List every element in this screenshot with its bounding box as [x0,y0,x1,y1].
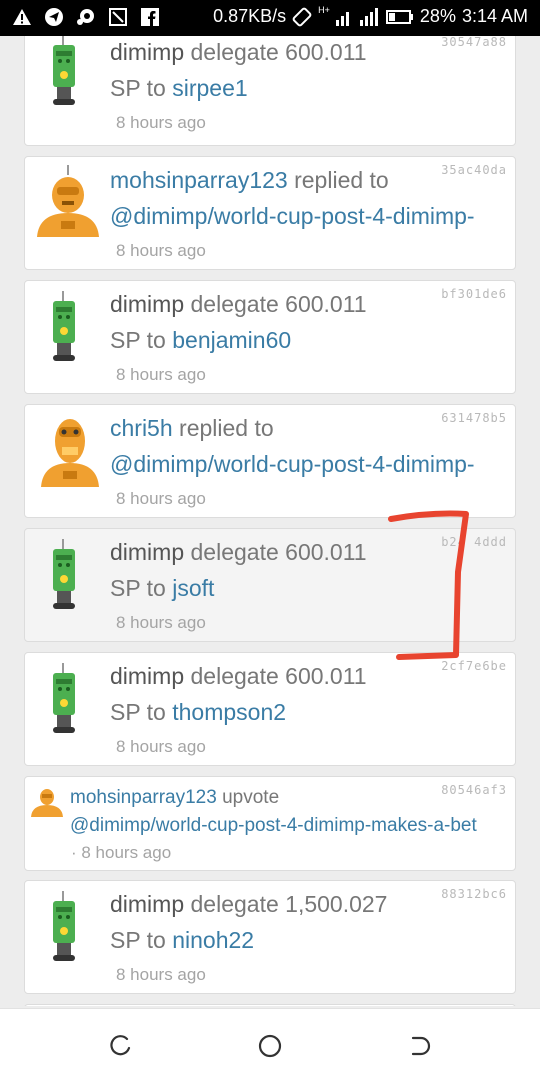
activity-line-1: mohsinparray123 upvote [70,787,279,809]
username[interactable]: chri5h [110,415,173,441]
activity-action: delegate 600.011 [184,663,367,689]
activity-prefix: SP to [110,575,173,601]
activity-line-1: dimimp delegate 600.011 [110,39,367,66]
activity-line-2: @dimimp/world-cup-post-4-dimimp- [110,203,475,230]
activity-action: delegate 600.011 [184,539,367,565]
target-link[interactable]: @dimimp/world-cup-post-4-dimimp- [110,451,475,477]
activity-action: upvote [216,787,280,808]
list-item[interactable] [24,1004,516,1006]
activity-prefix: SP to [110,75,173,101]
list-item[interactable]: 30547a88 dimimp delegate 600.011 SP to s… [24,36,516,146]
activity-prefix: SP to [110,327,173,353]
activity-line-2: SP to jsoft [110,575,214,602]
activity-line-1: chri5h replied to [110,415,274,442]
transaction-id: b24 4ddd [441,535,507,549]
robot-avatar-icon[interactable] [29,787,65,817]
home-icon[interactable] [257,1033,283,1059]
warning-icon [12,7,32,27]
username[interactable]: mohsinparray123 [70,787,217,808]
telegram-icon [44,7,64,27]
transaction-id: 35ac40da [441,163,507,177]
robot-avatar-icon[interactable] [51,36,85,107]
activity-action: delegate 600.011 [184,291,367,317]
timestamp: 8 hours ago [116,365,206,384]
activity-line-2: SP to ninoh22 [110,927,254,954]
battery-icon [385,7,414,27]
rotation-icon [292,7,312,27]
target-link[interactable]: ninoh22 [172,927,254,953]
username[interactable]: dimimp [110,39,184,65]
clock: 3:14 AM [461,6,528,26]
network-speed: 0.87KB/s [213,6,287,26]
target-link[interactable]: thompson2 [172,699,286,725]
facebook-icon [140,7,160,27]
robot-avatar-icon[interactable] [51,663,85,735]
activity-action: delegate 1,500.027 [184,891,388,917]
recents-icon[interactable] [107,1033,133,1059]
battery-level: 28% [419,6,456,26]
activity-line-1: dimimp delegate 1,500.027 [110,891,387,918]
activity-action: replied to [287,167,389,193]
activity-line-2: @dimimp/world-cup-post-4-dimimp- [110,451,475,478]
list-item[interactable]: 2cf7e6be dimimp delegate 600.011 SP to t… [24,652,516,766]
target-link[interactable]: sirpee1 [172,75,247,101]
transaction-id: 631478b5 [441,411,507,425]
activity-action: delegate 600.011 [184,39,367,65]
robot-avatar-icon[interactable] [35,165,101,237]
target-link[interactable]: @dimimp/world-cup-post-4-dimimp- [110,203,475,229]
username[interactable]: mohsinparray123 [110,167,288,193]
timestamp: 8 hours ago [116,737,206,756]
target-link[interactable]: benjamin60 [172,327,291,353]
timestamp: 8 hours ago [116,241,206,260]
list-item[interactable]: bf301de6 dimimp delegate 600.011 SP to b… [24,280,516,394]
activity-line-2: SP to thompson2 [110,699,286,726]
timestamp: 8 hours ago [116,965,206,984]
activity-line-2: SP to benjamin60 [110,327,291,354]
username[interactable]: dimimp [110,539,184,565]
signal-icon [335,7,380,27]
list-item[interactable]: 631478b5 chri5h replied to @dimimp/world… [24,404,516,518]
activity-line-2: @dimimp/world-cup-post-4-dimimp-makes-a-… [70,815,477,837]
transaction-id: 88312bc6 [441,887,507,901]
username[interactable]: dimimp [110,663,184,689]
target-link[interactable]: jsoft [172,575,214,601]
navigation-bar [0,1008,540,1081]
robot-avatar-icon[interactable] [51,291,85,363]
transaction-id: 80546af3 [441,783,507,797]
robot-avatar-icon[interactable] [51,539,85,611]
robot-avatar-icon[interactable] [51,891,85,963]
activity-line-1: dimimp delegate 600.011 [110,291,367,318]
transaction-id: 30547a88 [441,36,507,49]
list-item[interactable]: b24 4ddd dimimp delegate 600.011 SP to j… [24,528,516,642]
list-item[interactable]: 35ac40da mohsinparray123 replied to @dim… [24,156,516,270]
list-item[interactable]: 88312bc6 dimimp delegate 1,500.027 SP to… [24,880,516,994]
chat-icon [76,7,96,27]
timestamp: · 8 hours ago [71,843,172,862]
activity-feed[interactable]: 30547a88 dimimp delegate 600.011 SP to s… [0,36,540,1006]
transaction-id: 2cf7e6be [441,659,507,673]
robot-avatar-icon[interactable] [39,413,101,487]
list-item[interactable]: 80546af3 mohsinparray123 upvote @dimimp/… [24,776,516,871]
status-bar: 0.87KB/s H+ 28% 3:14 AM [0,0,540,36]
screenshot-icon [108,7,128,27]
timestamp: 8 hours ago [116,613,206,632]
activity-line-1: mohsinparray123 replied to [110,167,389,194]
back-icon[interactable] [407,1033,433,1059]
target-link[interactable]: @dimimp/world-cup-post-4-dimimp-makes-a-… [70,815,477,836]
activity-prefix: SP to [110,927,173,953]
activity-line-2: SP to sirpee1 [110,75,248,102]
network-type: H+ [318,4,330,15]
activity-prefix: SP to [110,699,173,725]
activity-line-1: dimimp delegate 600.011 [110,539,367,566]
transaction-id: bf301de6 [441,287,507,301]
activity-line-1: dimimp delegate 600.011 [110,663,367,690]
username[interactable]: dimimp [110,291,184,317]
username[interactable]: dimimp [110,891,184,917]
timestamp: 8 hours ago [116,113,206,132]
activity-action: replied to [172,415,274,441]
timestamp: 8 hours ago [116,489,206,508]
